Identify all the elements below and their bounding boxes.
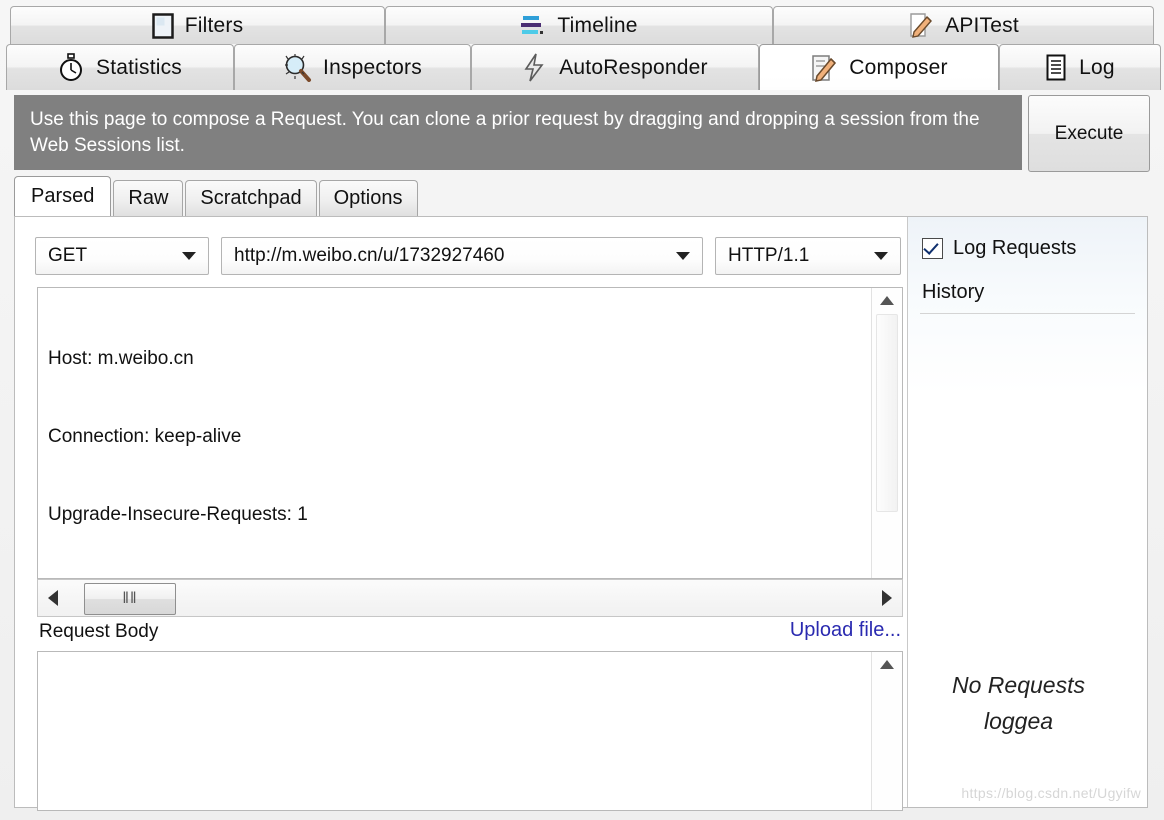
- fiddler-window: Filters Timeline APITest Statistics Insp…: [0, 0, 1164, 820]
- subtab-scratchpad-label: Scratchpad: [200, 187, 302, 209]
- subtab-scratchpad[interactable]: Scratchpad: [185, 180, 317, 216]
- request-headers-editor[interactable]: Host: m.weibo.cn Connection: keep-alive …: [37, 287, 903, 579]
- upload-file-link[interactable]: Upload file...: [790, 619, 901, 642]
- pencil-note-icon: [810, 53, 838, 83]
- timeline-icon: [520, 13, 546, 39]
- chevron-down-icon: [182, 252, 196, 260]
- header-line: Upgrade-Insecure-Requests: 1: [48, 504, 308, 525]
- subtab-parsed-label: Parsed: [31, 185, 95, 207]
- header-line: Host: m.weibo.cn: [48, 348, 194, 369]
- info-banner: Use this page to compose a Request. You …: [14, 95, 1022, 170]
- tab-timeline-label: Timeline: [557, 13, 638, 37]
- tab-inspectors[interactable]: Inspectors: [234, 44, 471, 90]
- tab-inspectors-label: Inspectors: [323, 55, 422, 79]
- scrollbar-thumb[interactable]: ‖‖: [84, 583, 176, 615]
- log-requests-checkbox[interactable]: [922, 238, 943, 259]
- main-tab-row: Statistics Inspectors AutoResponder Comp…: [0, 44, 1164, 90]
- execute-button-label: Execute: [1054, 122, 1124, 144]
- tab-statistics-label: Statistics: [95, 55, 183, 79]
- request-body-editor[interactable]: [37, 651, 903, 811]
- url-input[interactable]: http://m.weibo.cn/u/1732927460: [221, 237, 703, 275]
- history-empty-line-1: No Requests: [952, 672, 1085, 698]
- top-tab-row: Filters Timeline APITest: [0, 6, 1164, 44]
- tab-log[interactable]: Log: [999, 44, 1161, 90]
- execute-button[interactable]: Execute: [1028, 95, 1150, 172]
- request-headers-text: Host: m.weibo.cn Connection: keep-alive …: [48, 294, 868, 578]
- request-line: GET http://m.weibo.cn/u/1732927460 HTTP/…: [35, 237, 901, 275]
- history-empty-line-2: loggea: [983, 708, 1054, 734]
- tab-filters-label: Filters: [184, 13, 244, 37]
- composer-panel: GET http://m.weibo.cn/u/1732927460 HTTP/…: [14, 216, 1148, 811]
- up-arrow-icon[interactable]: [880, 296, 894, 305]
- tab-composer-label: Composer: [849, 55, 948, 79]
- pencil-note-icon: [908, 12, 934, 40]
- history-sidebar: Log Requests History No Requests loggea …: [907, 217, 1147, 807]
- method-select[interactable]: GET: [35, 237, 209, 275]
- subtab-raw[interactable]: Raw: [113, 180, 184, 216]
- tab-statistics[interactable]: Statistics: [6, 44, 234, 90]
- chevron-down-icon: [874, 252, 888, 260]
- tab-log-label: Log: [1079, 55, 1115, 79]
- tab-autoresponder[interactable]: AutoResponder: [471, 44, 759, 90]
- header-line: Connection: keep-alive: [48, 426, 242, 447]
- subtab-options[interactable]: Options: [318, 180, 418, 216]
- tab-apitest[interactable]: APITest: [773, 6, 1154, 44]
- chevron-down-icon: [676, 252, 690, 260]
- tab-apitest-label: APITest: [945, 13, 1019, 37]
- history-label: History: [922, 281, 985, 303]
- request-body-label: Request Body: [39, 621, 159, 642]
- magnifier-icon: [283, 53, 312, 82]
- document-lines-icon: [1045, 54, 1068, 81]
- headers-horizontal-scrollbar[interactable]: ‖‖: [37, 579, 903, 617]
- tab-filters[interactable]: Filters: [10, 6, 385, 44]
- http-version-select[interactable]: HTTP/1.1: [715, 237, 901, 275]
- subtab-options-label: Options: [333, 187, 403, 209]
- url-value: http://m.weibo.cn/u/1732927460: [234, 245, 505, 266]
- composer-sub-tabs: Parsed Raw Scratchpad Options: [14, 176, 420, 216]
- http-version-value: HTTP/1.1: [728, 245, 810, 266]
- history-empty-message: No Requests loggea: [908, 667, 1129, 739]
- log-requests-checkbox-row[interactable]: Log Requests: [922, 237, 1076, 260]
- right-arrow-icon[interactable]: [882, 590, 892, 606]
- body-vertical-scrollbar[interactable]: [871, 652, 902, 810]
- watermark: https://blog.csdn.net/Ugyifw: [961, 785, 1141, 801]
- tab-timeline[interactable]: Timeline: [385, 6, 773, 44]
- log-requests-label: Log Requests: [953, 237, 1077, 259]
- headers-vertical-scrollbar[interactable]: [871, 288, 902, 578]
- subtab-raw-label: Raw: [128, 187, 169, 209]
- filters-icon: [151, 12, 174, 39]
- left-arrow-icon[interactable]: [48, 590, 58, 606]
- scrollbar-thumb[interactable]: [876, 314, 898, 512]
- tab-composer[interactable]: Composer: [759, 44, 999, 90]
- divider: [920, 313, 1135, 314]
- tab-autoresponder-label: AutoResponder: [559, 55, 708, 79]
- lightning-icon: [522, 53, 548, 82]
- method-value: GET: [48, 245, 88, 266]
- stopwatch-icon: [58, 53, 85, 82]
- subtab-parsed[interactable]: Parsed: [14, 176, 112, 216]
- up-arrow-icon[interactable]: [880, 660, 894, 669]
